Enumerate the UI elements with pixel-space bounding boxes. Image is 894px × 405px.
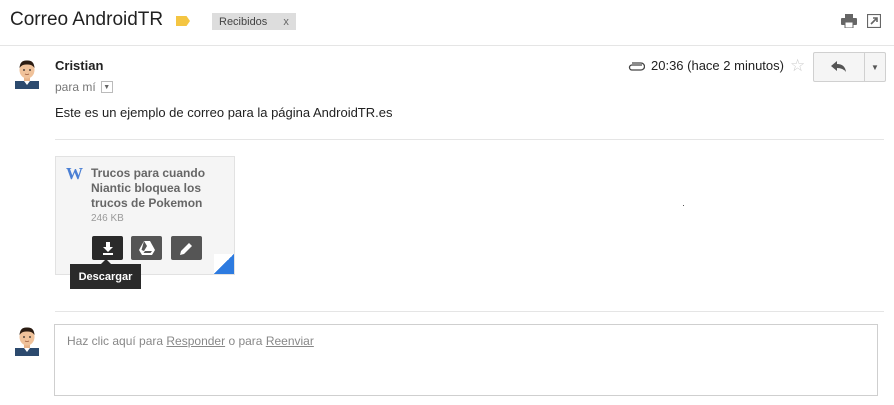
- print-icon[interactable]: [841, 14, 857, 28]
- sender-name[interactable]: Cristian: [55, 58, 103, 73]
- header-actions: [841, 14, 881, 28]
- stray-dot: [683, 205, 684, 206]
- sender-avatar[interactable]: [13, 57, 41, 89]
- message-body: Este es un ejemplo de correo para la pág…: [55, 105, 393, 120]
- message-time: 20:36 (hace 2 minutos): [651, 58, 784, 73]
- download-tooltip: Descargar: [70, 259, 141, 289]
- reply-button-group: ▼: [813, 52, 886, 82]
- header-divider: [0, 45, 894, 46]
- reply-link[interactable]: Responder: [166, 334, 225, 348]
- forward-link[interactable]: Reenviar: [266, 334, 314, 348]
- chevron-down-icon: ▼: [871, 62, 879, 72]
- reply-prompt-middle: o para: [225, 334, 266, 348]
- attachment-card[interactable]: W Trucos para cuando Niantic bloquea los…: [55, 156, 235, 275]
- reply-divider: [55, 311, 884, 312]
- paperclip-icon: [628, 61, 645, 71]
- message-time-area: 20:36 (hace 2 minutos): [627, 58, 784, 73]
- save-to-drive-button[interactable]: [131, 236, 162, 260]
- attachment-corner-fold: [214, 254, 234, 274]
- user-avatar: [15, 327, 39, 356]
- label-tag-icon[interactable]: [176, 16, 190, 26]
- download-icon: [102, 241, 113, 255]
- star-icon[interactable]: ☆: [790, 56, 805, 76]
- pencil-icon: [180, 242, 192, 255]
- label-chip-inbox[interactable]: Recibidos x: [212, 13, 296, 30]
- attachment-size: 246 KB: [91, 213, 124, 224]
- edit-button[interactable]: [171, 236, 202, 260]
- drive-icon: [138, 241, 155, 255]
- recipient-line: para mí ▼: [55, 80, 113, 94]
- body-divider: [55, 139, 884, 140]
- download-button[interactable]: [92, 236, 123, 260]
- email-subject: Correo AndroidTR: [10, 9, 164, 30]
- label-chip-text: Recibidos: [219, 15, 268, 28]
- reply-box[interactable]: Haz clic aquí para Responder o para Reen…: [54, 324, 878, 396]
- reply-icon: [831, 61, 846, 72]
- recipient-label: para mí: [55, 80, 96, 94]
- recipient-details-dropdown[interactable]: ▼: [100, 81, 113, 93]
- attachment-name: Trucos para cuando Niantic bloquea los t…: [91, 166, 206, 210]
- more-options-button[interactable]: ▼: [865, 53, 885, 81]
- reply-button[interactable]: [814, 53, 865, 81]
- word-document-icon: W: [66, 164, 83, 183]
- reply-prompt-prefix: Haz clic aquí para: [67, 334, 167, 348]
- new-window-icon[interactable]: [867, 14, 881, 28]
- label-chip-remove[interactable]: x: [283, 16, 289, 28]
